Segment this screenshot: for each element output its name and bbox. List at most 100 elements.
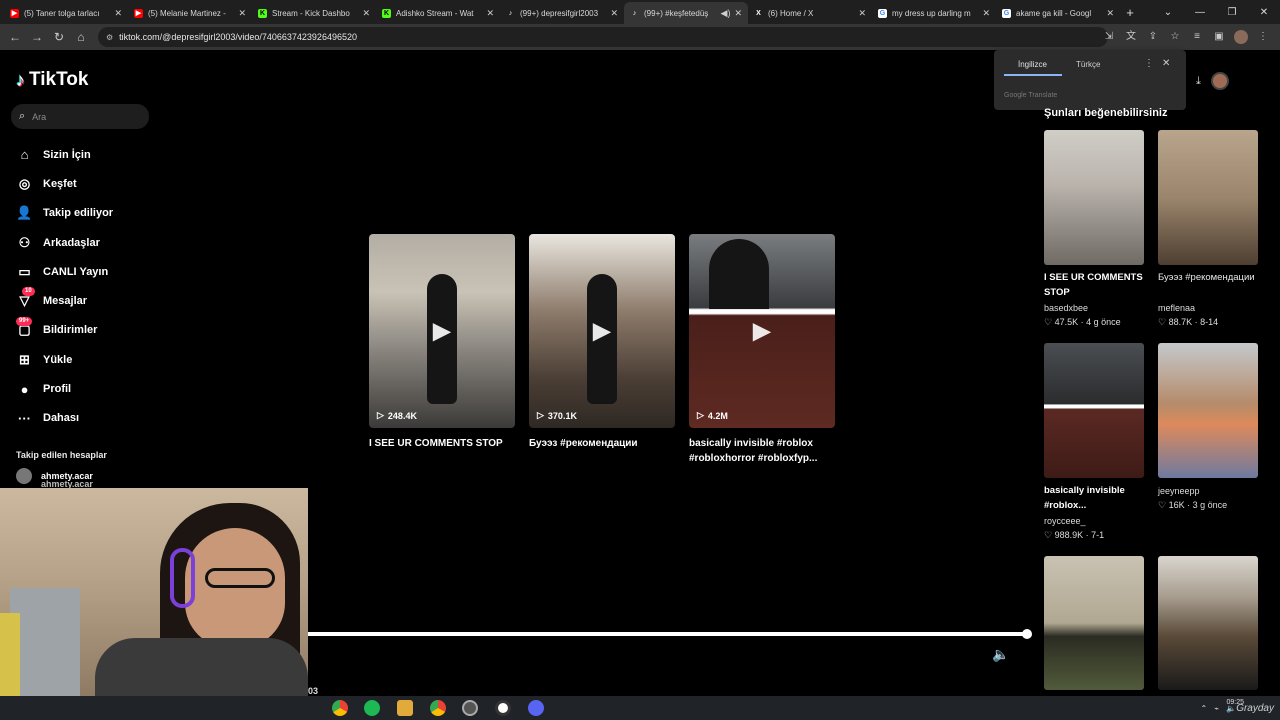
menu-kebab-icon[interactable]: ⋮ bbox=[1252, 28, 1274, 46]
translate-target-tab[interactable]: Türkçe bbox=[1076, 60, 1100, 69]
tray-icon[interactable]: ⌃ bbox=[1201, 704, 1208, 713]
browser-tab[interactable]: Gakame ga kill - Googl ✕ bbox=[996, 2, 1120, 24]
sidebar-item-messages[interactable]: ▽ 10 Mesajlar bbox=[16, 286, 146, 315]
close-tab-icon[interactable]: ✕ bbox=[486, 8, 494, 19]
close-tab-icon[interactable]: ✕ bbox=[362, 8, 370, 19]
home-button[interactable]: ⌂ bbox=[70, 30, 92, 44]
bookmark-star-icon[interactable]: ☆ bbox=[1164, 28, 1186, 46]
app-icon[interactable] bbox=[462, 700, 478, 716]
download-icon[interactable]: ⤓ bbox=[1196, 75, 1201, 88]
related-video-title[interactable]: basically invisible #roblox... bbox=[1044, 483, 1152, 513]
back-button[interactable]: ← bbox=[4, 30, 26, 44]
avatar[interactable] bbox=[1210, 72, 1229, 90]
media-icon[interactable]: ≡ bbox=[1186, 28, 1208, 46]
play-icon: ▶ bbox=[592, 317, 612, 345]
share-icon[interactable]: ⇪ bbox=[1142, 28, 1164, 46]
close-tab-icon[interactable]: ✕ bbox=[610, 8, 618, 19]
play-small-icon: ▷ bbox=[697, 410, 704, 420]
discord-icon[interactable] bbox=[528, 700, 544, 716]
sidebar-item-inbox[interactable]: ▢ 99+ Bildirimler bbox=[16, 316, 146, 345]
sidebar-item-upload[interactable]: ⊞ Yükle bbox=[16, 345, 146, 374]
related-video-thumbnail[interactable] bbox=[1044, 556, 1144, 690]
related-video-author[interactable]: meflenaa bbox=[1158, 303, 1195, 313]
tiktok-icon: ♪ bbox=[632, 9, 637, 17]
sidebar-item-profile[interactable]: ● Profil bbox=[16, 374, 146, 403]
url-text: tiktok.com/@depresifgirl2003/video/74066… bbox=[119, 32, 357, 42]
browser-tab[interactable]: ♪ (99+) depresifgirl2003 ✕ bbox=[500, 2, 624, 24]
mute-tab-icon[interactable]: ◀) bbox=[721, 8, 731, 19]
sidebar-item-live[interactable]: ▭ CANLI Yayın bbox=[16, 257, 146, 286]
new-tab-button[interactable]: + bbox=[1120, 5, 1140, 20]
related-video-thumbnail[interactable] bbox=[1158, 130, 1258, 265]
tab-search-icon[interactable]: ⌄ bbox=[1152, 7, 1184, 18]
sidebar-item-more[interactable]: ··· Dahası bbox=[16, 404, 146, 433]
video-title[interactable]: Буээз #рекомендации bbox=[529, 436, 679, 451]
network-icon[interactable]: ⌁ bbox=[1214, 704, 1219, 713]
browser-tab[interactable]: Gmy dress up darling m ✕ bbox=[872, 2, 996, 24]
search-input[interactable]: ⌕ Ara bbox=[11, 104, 149, 129]
site-info-icon[interactable]: ⚙ bbox=[106, 33, 113, 42]
friends-icon: ⚇ bbox=[18, 234, 31, 250]
close-tab-icon[interactable]: ✕ bbox=[858, 8, 866, 19]
close-tab-icon[interactable]: ✕ bbox=[982, 8, 990, 19]
window-controls: ⌄ — ❐ ✕ bbox=[1152, 0, 1280, 24]
obs-icon[interactable] bbox=[495, 700, 511, 716]
compass-icon: ◎ bbox=[18, 175, 31, 191]
close-icon[interactable]: ✕ bbox=[1162, 58, 1170, 69]
minimize-button[interactable]: — bbox=[1184, 7, 1216, 18]
browser-tab[interactable]: ▶ (5) Taner tolga tarlacı ✕ bbox=[4, 2, 128, 24]
more-options-icon[interactable]: ⋮ bbox=[1144, 58, 1154, 69]
translate-source-tab[interactable]: İngilizce bbox=[1018, 60, 1047, 69]
related-video-author[interactable]: basedxbee bbox=[1044, 303, 1088, 313]
sidebar-item-following[interactable]: 👤 Takip ediliyor bbox=[16, 199, 146, 228]
related-video-thumbnail[interactable] bbox=[1044, 130, 1144, 265]
forward-button[interactable]: → bbox=[26, 30, 48, 44]
translate-icon[interactable]: 文 bbox=[1120, 28, 1142, 46]
browser-tab-active[interactable]: ♪ (99+) #keşfetedüş ◀) ✕ bbox=[624, 2, 748, 24]
reload-button[interactable]: ↻ bbox=[48, 30, 70, 44]
chrome-icon[interactable] bbox=[430, 700, 446, 716]
install-icon[interactable]: ⇲ bbox=[1098, 28, 1120, 46]
related-video-thumbnail[interactable] bbox=[1158, 343, 1258, 478]
screen: { "tabs": [ {"title": "(5) Taner tolga t… bbox=[0, 0, 1280, 720]
address-bar[interactable]: ⚙ tiktok.com/@depresifgirl2003/video/740… bbox=[98, 27, 1108, 47]
sidepanel-icon[interactable]: ▣ bbox=[1208, 28, 1230, 46]
sidebar-item-for-you[interactable]: ⌂ Sizin İçin bbox=[16, 140, 146, 169]
related-video-title[interactable]: Буээз #рекомендации bbox=[1158, 270, 1266, 285]
browser-tab[interactable]: K Stream - Kick Dashbo ✕ bbox=[252, 2, 376, 24]
video-card[interactable]: ▶ ▷ 248.4K bbox=[369, 234, 515, 428]
maximize-button[interactable]: ❐ bbox=[1216, 7, 1248, 18]
profile-icon: ● bbox=[20, 381, 29, 397]
related-video-author[interactable]: roycceee_ bbox=[1044, 516, 1086, 526]
sidebar-item-friends[interactable]: ⚇ Arkadaşlar bbox=[16, 228, 146, 257]
video-progress-bar[interactable] bbox=[308, 629, 1032, 639]
app-icon[interactable] bbox=[397, 700, 413, 716]
video-card[interactable]: ▶ ▷ 4.2M bbox=[689, 234, 835, 428]
related-video-author[interactable]: jeeyneepp bbox=[1158, 486, 1200, 496]
close-tab-icon[interactable]: ✕ bbox=[238, 8, 246, 19]
browser-tab[interactable]: X (6) Home / X ✕ bbox=[748, 2, 872, 24]
close-window-button[interactable]: ✕ bbox=[1248, 7, 1280, 18]
chrome-icon[interactable] bbox=[332, 700, 348, 716]
tiktok-logo[interactable]: ♪ TikTok bbox=[16, 69, 88, 91]
video-title[interactable]: basically invisible #roblox #robloxhorro… bbox=[689, 436, 839, 466]
following-account[interactable]: ahmety.acar ahmety.acar bbox=[16, 468, 93, 489]
close-tab-icon[interactable]: ✕ bbox=[734, 8, 742, 19]
related-video-thumbnail[interactable] bbox=[1044, 343, 1144, 478]
volume-icon[interactable]: 🔈 bbox=[992, 646, 1009, 663]
sidebar-item-explore[interactable]: ◎ Keşfet bbox=[16, 169, 146, 198]
spotify-icon[interactable] bbox=[364, 700, 380, 716]
browser-tab[interactable]: K Adishko Stream - Wat ✕ bbox=[376, 2, 500, 24]
related-video-thumbnail[interactable] bbox=[1158, 556, 1258, 690]
related-video-title[interactable]: I SEE UR COMMENTS STOP bbox=[1044, 270, 1152, 300]
profile-avatar[interactable] bbox=[1234, 30, 1248, 44]
browser-tab[interactable]: ▶ (5) Melanie Martinez - ✕ bbox=[128, 2, 252, 24]
user-follow-icon: 👤 bbox=[16, 205, 33, 221]
video-card[interactable]: ▶ ▷ 370.1K bbox=[529, 234, 675, 428]
youtube-icon: ▶ bbox=[134, 8, 143, 18]
close-tab-icon[interactable]: ✕ bbox=[114, 8, 122, 19]
related-video-stats: ♡ 88.7K · 8-14 bbox=[1158, 317, 1219, 327]
video-title[interactable]: I SEE UR COMMENTS STOP bbox=[369, 436, 519, 451]
close-tab-icon[interactable]: ✕ bbox=[1106, 8, 1114, 19]
progress-knob[interactable] bbox=[1022, 629, 1032, 639]
